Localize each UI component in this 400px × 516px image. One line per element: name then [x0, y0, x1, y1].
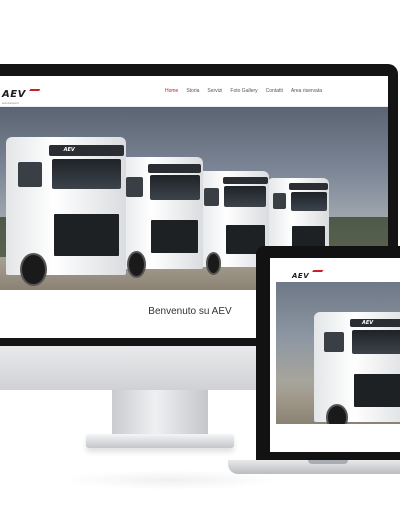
mobile-website: AEV AEV Be: [270, 258, 400, 452]
truck-brand-label: AEV: [362, 319, 374, 326]
main-nav: Home Storia Servizi Foto Gallery Contatt…: [165, 88, 322, 94]
logo-swoosh-icon: [25, 88, 41, 97]
nav-item-storia[interactable]: Storia: [186, 88, 199, 94]
logo-tagline: autotrasporti: [2, 101, 19, 105]
laptop-notch: [308, 460, 348, 464]
nav-item-contatti[interactable]: Contatti: [266, 88, 283, 94]
mobile-hero-image: AEV: [276, 282, 400, 424]
nav-item-area-riservata[interactable]: Area riservata: [291, 88, 322, 94]
mobile-header: AEV: [270, 258, 400, 280]
imac-stand-base: [86, 434, 234, 448]
truck-image: [117, 157, 203, 278]
truck-brand-label: AEV: [63, 146, 75, 153]
mobile-site-logo[interactable]: AEV: [292, 265, 324, 283]
nav-item-home[interactable]: Home: [165, 88, 178, 94]
nav-item-servizi[interactable]: Servizi: [207, 88, 222, 94]
truck-image: AEV: [6, 137, 126, 287]
site-logo[interactable]: AEV autotrasporti: [2, 84, 41, 105]
logo-swoosh-icon: [308, 269, 324, 278]
mobile-logo-text: AEV: [292, 272, 310, 280]
imac-stand-neck: [112, 390, 208, 438]
logo-text: AEV: [2, 89, 26, 100]
nav-item-foto-gallery[interactable]: Foto Gallery: [230, 88, 257, 94]
truck-image: AEV: [314, 312, 400, 424]
site-header: AEV autotrasporti Home Storia Servizi Fo…: [0, 76, 388, 107]
